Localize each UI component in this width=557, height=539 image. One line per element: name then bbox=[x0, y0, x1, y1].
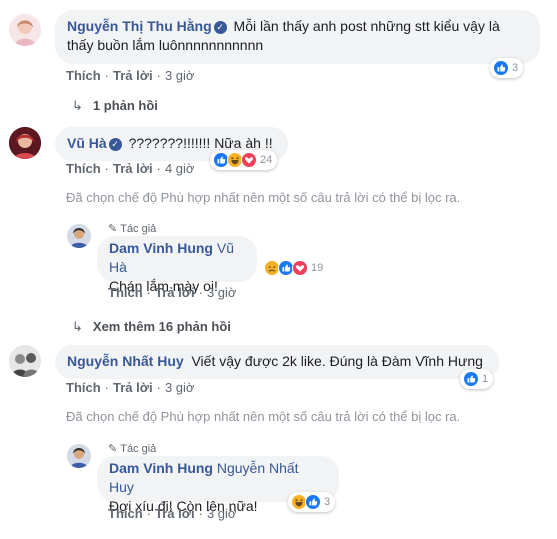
avatar-photo-icon bbox=[67, 444, 91, 468]
love-reaction-icon bbox=[292, 260, 308, 276]
comment-text: Viết vậy được 2k like. Đúng là Đàm Vĩnh … bbox=[191, 353, 483, 369]
separator: · bbox=[146, 285, 152, 300]
reply-link[interactable]: Trả lời bbox=[113, 161, 153, 176]
comment-bubble: Nguyễn Thị Thu Hằng ✓ Mỗi lần thấy anh po… bbox=[55, 10, 540, 64]
reply-bubble: Dam Vinh Hung Vũ Hà Chán lắm mày oi! bbox=[97, 236, 257, 294]
like-link[interactable]: Thích bbox=[108, 285, 143, 300]
comment-actions: Thích · Trả lời · 3 giờ bbox=[66, 68, 194, 83]
separator: · bbox=[156, 68, 161, 83]
author-badge-label: Tác giả bbox=[120, 443, 157, 455]
like-link[interactable]: Thích bbox=[66, 161, 101, 176]
avatar[interactable] bbox=[9, 127, 41, 159]
pencil-icon: ✎ bbox=[108, 223, 118, 235]
like-reaction-icon bbox=[463, 371, 479, 387]
reaction-summary[interactable]: 3 bbox=[288, 492, 336, 512]
avatar[interactable] bbox=[9, 14, 41, 46]
separator: · bbox=[156, 380, 161, 395]
like-link[interactable]: Thích bbox=[108, 506, 143, 521]
author-badge: ✎ Tác giả bbox=[108, 442, 156, 455]
verified-badge-icon: ✓ bbox=[108, 138, 122, 151]
view-replies-link[interactable]: ↳ 1 phản hồi bbox=[72, 98, 158, 114]
view-more-replies-link[interactable]: ↳ Xem thêm 16 phản hồi bbox=[72, 319, 231, 335]
comment-actions: Thích · Trả lời · 3 giờ bbox=[66, 380, 194, 395]
pencil-icon: ✎ bbox=[108, 443, 118, 455]
reply-link[interactable]: Trả lời bbox=[113, 380, 153, 395]
reply-arrow-icon: ↳ bbox=[72, 319, 83, 334]
reply-time[interactable]: 3 giờ bbox=[207, 285, 237, 300]
avatar[interactable] bbox=[9, 345, 41, 377]
comment-author[interactable]: Nguyễn Thị Thu Hằng bbox=[67, 18, 212, 34]
reply-arrow-icon: ↳ bbox=[72, 98, 83, 113]
reply-link[interactable]: Trả lời bbox=[155, 506, 195, 521]
comment-text-line-2: thấy buồn lắm luônnnnnnnnnnn bbox=[67, 37, 264, 53]
reaction-count: 3 bbox=[512, 62, 519, 74]
reply-link[interactable]: Trả lời bbox=[113, 68, 153, 83]
separator: · bbox=[198, 285, 203, 300]
comment-actions: Thích · Trả lời · 4 giờ bbox=[66, 161, 194, 176]
separator: · bbox=[146, 506, 152, 521]
comment-time[interactable]: 3 giờ bbox=[165, 68, 195, 83]
filter-note: Đã chọn chế độ Phù hợp nhất nên một số c… bbox=[66, 409, 461, 424]
separator: · bbox=[104, 380, 110, 395]
comment-time[interactable]: 3 giờ bbox=[165, 380, 195, 395]
love-reaction-icon bbox=[241, 152, 257, 168]
comment-time[interactable]: 4 giờ bbox=[165, 161, 195, 176]
avatar-photo-icon bbox=[9, 127, 41, 159]
reply-actions: Thích · Trả lời · 3 giờ bbox=[108, 506, 236, 521]
like-reaction-icon bbox=[493, 60, 509, 76]
reaction-count: 19 bbox=[311, 262, 324, 274]
view-more-replies-label: Xem thêm 16 phản hồi bbox=[92, 319, 231, 334]
comment-author[interactable]: Nguyễn Nhất Huy bbox=[67, 353, 184, 369]
avatar-photo-icon bbox=[9, 14, 41, 46]
view-replies-label: 1 phản hồi bbox=[92, 98, 158, 113]
reply-author[interactable]: Dam Vinh Hung bbox=[109, 240, 213, 256]
reply-author[interactable]: Dam Vinh Hung bbox=[109, 460, 213, 476]
reaction-summary[interactable]: 24 bbox=[210, 150, 278, 170]
reaction-count: 24 bbox=[260, 154, 273, 166]
comment-bubble: Nguyễn Nhất Huy Viết vậy được 2k like. Đ… bbox=[55, 345, 499, 379]
avatar[interactable] bbox=[67, 224, 91, 248]
reaction-summary[interactable]: 3 bbox=[490, 58, 524, 78]
separator: · bbox=[104, 161, 110, 176]
reaction-summary[interactable]: 1 bbox=[460, 369, 494, 389]
avatar-photo-icon bbox=[67, 224, 91, 248]
like-link[interactable]: Thích bbox=[66, 68, 101, 83]
avatar-photo-icon bbox=[9, 345, 41, 377]
like-reaction-icon bbox=[305, 494, 321, 510]
reaction-count: 3 bbox=[324, 496, 331, 508]
author-badge: ✎ Tác giả bbox=[108, 222, 156, 235]
filter-note: Đã chọn chế độ Phù hợp nhất nên một số c… bbox=[66, 190, 461, 205]
reaction-summary[interactable]: 19 bbox=[261, 258, 328, 278]
author-badge-label: Tác giả bbox=[120, 223, 157, 235]
comment-text: ???????!!!!!!! Nữa àh !! bbox=[128, 135, 273, 151]
separator: · bbox=[198, 506, 203, 521]
verified-badge-icon: ✓ bbox=[213, 21, 227, 34]
reply-time[interactable]: 3 giờ bbox=[207, 506, 237, 521]
comment-text-line-1: Mỗi lần thấy anh post những stt kiểu vậy… bbox=[233, 18, 500, 34]
reply-actions: Thích · Trả lời · 3 giờ bbox=[108, 285, 236, 300]
separator: · bbox=[156, 161, 161, 176]
like-link[interactable]: Thích bbox=[66, 380, 101, 395]
reply-link[interactable]: Trả lời bbox=[155, 285, 195, 300]
reaction-count: 1 bbox=[482, 373, 489, 385]
separator: · bbox=[104, 68, 110, 83]
comment-author[interactable]: Vũ Hà bbox=[67, 135, 107, 151]
avatar[interactable] bbox=[67, 444, 91, 468]
